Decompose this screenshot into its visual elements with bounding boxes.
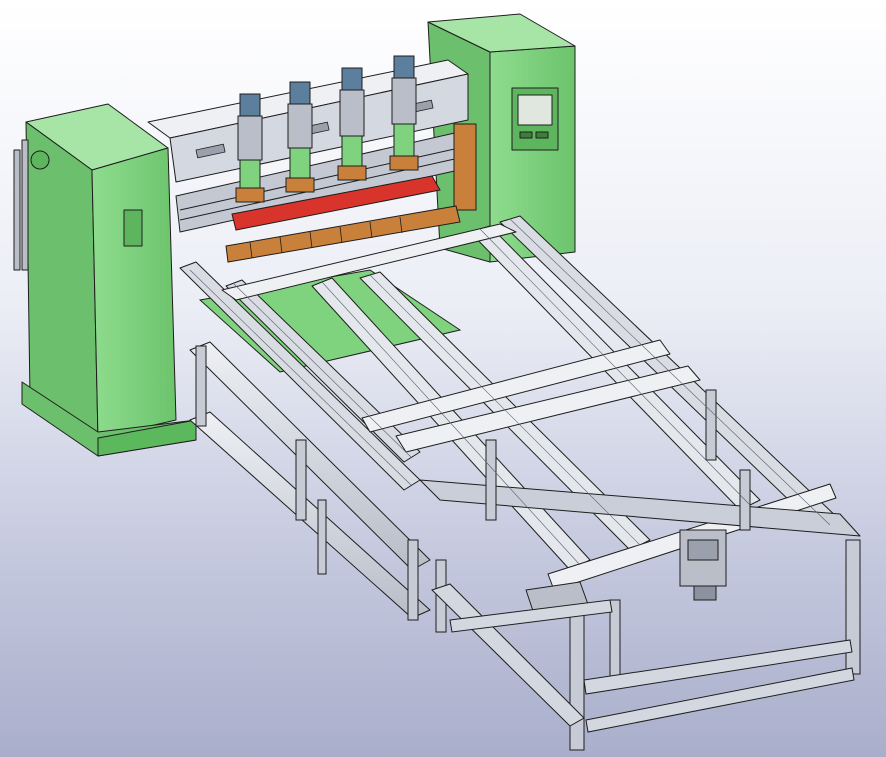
- bottom-frame: [431, 583, 855, 733]
- cad-scene: [13, 13, 861, 751]
- gripper-assembly: [679, 529, 727, 601]
- welding-cylinder-1: [235, 93, 265, 203]
- copper-plate: [453, 123, 477, 211]
- left-cabinet-side: [25, 121, 99, 439]
- vent-grille-icon: [30, 150, 50, 170]
- left-cabinet-front: [91, 147, 177, 439]
- left-cabinet: [13, 103, 197, 457]
- control-panel-screen-icon: [511, 87, 559, 151]
- welding-cylinder-2: [285, 81, 315, 193]
- conveyor-frame: [179, 215, 861, 621]
- cabinet-handle-icon: [123, 209, 143, 247]
- welding-cylinder-3: [337, 67, 367, 181]
- welding-cylinder-4: [389, 55, 419, 171]
